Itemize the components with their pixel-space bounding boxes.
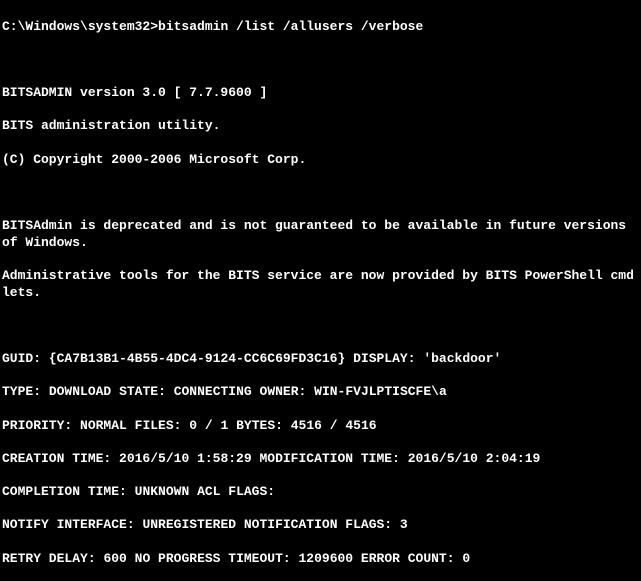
mtime-value: 2016/5/10 2:04:19 xyxy=(408,451,541,466)
prompt-line[interactable]: C:\Windows\system32>bitsadmin /list /all… xyxy=(2,19,639,36)
files-value: 0 / 1 xyxy=(189,418,228,433)
errcount-label: ERROR COUNT: xyxy=(361,551,455,566)
priority-line: PRIORITY: NORMAL FILES: 0 / 1 BYTES: 451… xyxy=(2,418,639,435)
state-label: STATE: xyxy=(119,384,166,399)
type-value: DOWNLOAD xyxy=(49,384,111,399)
display-value: 'backdoor' xyxy=(423,351,501,366)
errcount-value: 0 xyxy=(462,551,470,566)
priority-value: NORMAL xyxy=(80,418,127,433)
nptimeout-label: NO PROGRESS TIMEOUT: xyxy=(135,551,291,566)
notify-line: NOTIFY INTERFACE: UNREGISTERED NOTIFICAT… xyxy=(2,517,639,534)
ctime-value: 2016/5/10 1:58:29 xyxy=(119,451,252,466)
util-line: BITS administration utility. xyxy=(2,118,639,135)
guid-label: GUID: xyxy=(2,351,41,366)
retry-label: RETRY DELAY: xyxy=(2,551,96,566)
guid-line: GUID: {CA7B13B1-4B55-4DC4-9124-CC6C69FD3… xyxy=(2,351,639,368)
type-label: TYPE: xyxy=(2,384,41,399)
prompt: C:\Windows\system32> xyxy=(2,19,158,34)
type-line: TYPE: DOWNLOAD STATE: CONNECTING OWNER: … xyxy=(2,384,639,401)
display-label: DISPLAY: xyxy=(353,351,415,366)
owner-label: OWNER: xyxy=(260,384,307,399)
deprecation-line-1: BITSAdmin is deprecated and is not guara… xyxy=(2,218,639,251)
version-line: BITSADMIN version 3.0 [ 7.7.9600 ] xyxy=(2,85,639,102)
notify-flags-value: 3 xyxy=(400,517,408,532)
ctime-line: CREATION TIME: 2016/5/10 1:58:29 MODIFIC… xyxy=(2,451,639,468)
ctime-label: CREATION TIME: xyxy=(2,451,111,466)
comp-line: COMPLETION TIME: UNKNOWN ACL FLAGS: xyxy=(2,484,639,501)
bytes-label: BYTES: xyxy=(236,418,283,433)
comp-label: COMPLETION TIME: xyxy=(2,484,127,499)
terminal-output: C:\Windows\system32>bitsadmin /list /all… xyxy=(0,0,641,581)
notify-if-value: UNREGISTERED xyxy=(142,517,236,532)
nptimeout-value: 1209600 xyxy=(299,551,354,566)
comp-value: UNKNOWN xyxy=(135,484,190,499)
notify-if-label: NOTIFY INTERFACE: xyxy=(2,517,135,532)
state-value: CONNECTING xyxy=(174,384,252,399)
deprecation-line-2: Administrative tools for the BITS servic… xyxy=(2,268,639,301)
retry-value: 600 xyxy=(103,551,126,566)
retry-line: RETRY DELAY: 600 NO PROGRESS TIMEOUT: 12… xyxy=(2,551,639,568)
copyright-line: (C) Copyright 2000-2006 Microsoft Corp. xyxy=(2,152,639,169)
mtime-label: MODIFICATION TIME: xyxy=(259,451,399,466)
owner-value: WIN-FVJLPTISCFE\a xyxy=(314,384,447,399)
notify-flags-label: NOTIFICATION FLAGS: xyxy=(244,517,392,532)
bytes-value: 4516 / 4516 xyxy=(291,418,377,433)
guid-value: {CA7B13B1-4B55-4DC4-9124-CC6C69FD3C16} xyxy=(49,351,345,366)
files-label: FILES: xyxy=(135,418,182,433)
acl-label: ACL FLAGS: xyxy=(197,484,275,499)
priority-label: PRIORITY: xyxy=(2,418,72,433)
command: bitsadmin /list /allusers /verbose xyxy=(158,19,423,34)
